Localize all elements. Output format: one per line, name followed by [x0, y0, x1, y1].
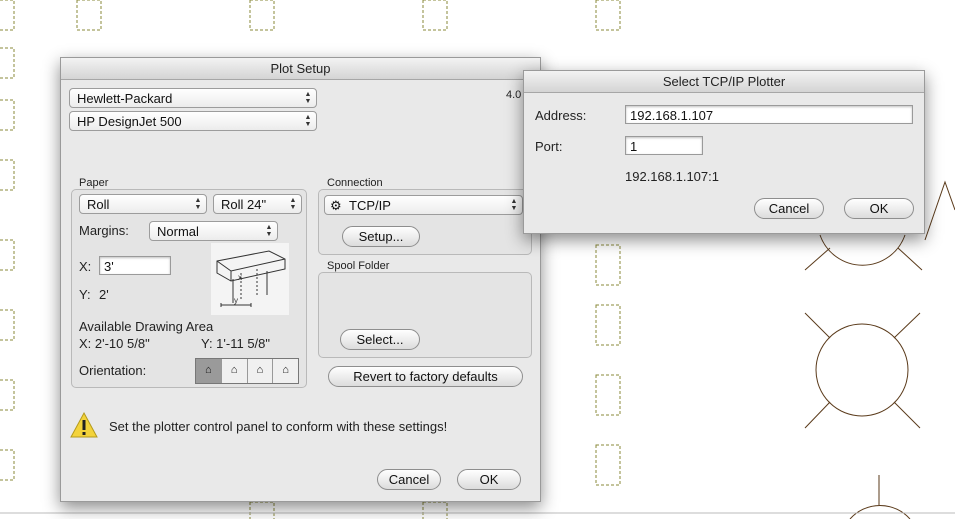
- cad-dashed-rect: [0, 309, 15, 341]
- cad-spoke: [897, 247, 923, 271]
- cad-spoke: [804, 312, 831, 339]
- paper-y-label: Y:: [79, 287, 91, 302]
- cad-circle-partial: [849, 505, 911, 519]
- popup-arrows-icon: ▲ ▼: [304, 114, 312, 128]
- cad-dashed-rect: [0, 379, 15, 411]
- orientation-portrait-left-icon[interactable]: ⌂: [196, 359, 222, 383]
- popup-arrows-icon: ▲ ▼: [289, 197, 297, 211]
- popup-arrows-icon: ▲ ▼: [194, 197, 202, 211]
- cad-dashed-rect: [595, 444, 621, 486]
- plotter-y-tag: y: [234, 296, 238, 305]
- cad-spoke: [804, 401, 831, 429]
- tcpip-cancel-button[interactable]: Cancel: [754, 198, 824, 219]
- network-icon: ⚙: [330, 198, 342, 213]
- orientation-label: Orientation:: [79, 363, 147, 378]
- cad-dashed-rect: [0, 47, 15, 79]
- cad-spoke: [893, 312, 921, 339]
- paper-y-value: 2': [99, 287, 109, 302]
- cad-dashed-rect: [595, 244, 621, 286]
- cad-dashed-rect: [76, 0, 102, 31]
- paper-source-popup[interactable]: Roll ▲ ▼: [79, 194, 207, 214]
- manufacturer-value: Hewlett-Packard: [77, 91, 173, 106]
- orientation-landscape-right-icon[interactable]: ⌂: [273, 359, 298, 383]
- orientation-portrait-right-icon[interactable]: ⌂: [222, 359, 248, 383]
- address-label: Address:: [535, 108, 587, 123]
- version-label: 4.0: [506, 89, 522, 101]
- margins-popup[interactable]: Normal ▲ ▼: [149, 221, 278, 241]
- cad-circle-partial: [819, 234, 906, 266]
- setup-button[interactable]: Setup...: [342, 226, 420, 247]
- cad-dashed-rect: [249, 0, 275, 31]
- connection-group-label: Connection: [327, 177, 383, 189]
- connection-popup[interactable]: ⚙ TCP/IP ▲ ▼: [324, 195, 523, 215]
- paper-size-value: Roll 24": [221, 197, 267, 212]
- port-label: Port:: [535, 139, 563, 154]
- cad-dashed-rect: [0, 239, 15, 271]
- plot-setup-window: Plot Setup Hewlett-Packard ▲ ▼ HP DesignJ…: [60, 57, 541, 502]
- paper-group-label: Paper: [79, 177, 109, 189]
- drawing-area-label: Available Drawing Area: [79, 319, 214, 334]
- manufacturer-popup[interactable]: Hewlett-Packard ▲ ▼: [69, 88, 317, 108]
- cad-spoke: [804, 247, 831, 271]
- cad-dashed-rect: [422, 0, 448, 31]
- popup-arrows-icon: ▲ ▼: [510, 198, 518, 212]
- plot-setup-cancel-button[interactable]: Cancel: [377, 469, 441, 490]
- drawing-area-x: X: 2'-10 5/8": [79, 336, 150, 351]
- plot-setup-title[interactable]: Plot Setup: [61, 58, 540, 80]
- cad-letter-fragment: [924, 180, 955, 241]
- cad-dashed-rect: [595, 374, 621, 416]
- margins-value: Normal: [157, 224, 199, 239]
- spool-select-button[interactable]: Select...: [340, 329, 420, 350]
- paper-size-popup[interactable]: Roll 24" ▲ ▼: [213, 194, 302, 214]
- address-summary: 192.168.1.107:1: [625, 169, 719, 184]
- tcpip-dialog-title[interactable]: Select TCP/IP Plotter: [524, 71, 924, 93]
- drawing-area-y: Y: 1'-11 5/8": [201, 336, 271, 351]
- model-popup[interactable]: HP DesignJet 500 ▲ ▼: [69, 111, 317, 131]
- connection-value: TCP/IP: [349, 198, 391, 213]
- model-value: HP DesignJet 500: [77, 114, 182, 129]
- warning-text: Set the plotter control panel to conform…: [109, 419, 448, 434]
- cad-dashed-rect: [0, 99, 15, 131]
- orientation-buttons: ⌂ ⌂ ⌂ ⌂: [195, 358, 299, 384]
- cad-dashed-rect: [0, 449, 15, 481]
- spool-group-label: Spool Folder: [327, 260, 390, 272]
- tcpip-dialog-window: Select TCP/IP Plotter Address: 192.168.1…: [523, 70, 925, 234]
- port-field[interactable]: 1: [625, 136, 703, 155]
- paper-source-value: Roll: [87, 197, 110, 212]
- cad-dashed-rect: [0, 0, 15, 31]
- cad-dashed-rect: [595, 0, 621, 31]
- popup-arrows-icon: ▲ ▼: [265, 224, 273, 238]
- cad-dashed-rect: [422, 501, 448, 519]
- tcpip-ok-button[interactable]: OK: [844, 198, 914, 219]
- plotter-x-tag: x: [238, 273, 242, 282]
- warning-icon: [70, 411, 98, 438]
- address-field[interactable]: 192.168.1.107: [625, 105, 913, 124]
- paper-x-label: X:: [79, 259, 92, 274]
- cad-dashed-rect: [595, 304, 621, 346]
- paper-x-field[interactable]: 3': [99, 256, 171, 275]
- plot-setup-ok-button[interactable]: OK: [457, 469, 521, 490]
- margins-label: Margins:: [79, 223, 129, 238]
- cad-dashed-rect: [0, 159, 15, 191]
- popup-arrows-icon: ▲ ▼: [304, 91, 312, 105]
- cad-dashed-rect: [249, 501, 275, 519]
- orientation-landscape-left-icon[interactable]: ⌂: [248, 359, 274, 383]
- plotter-illustration-icon: x y: [211, 243, 289, 315]
- cad-spoke: [893, 401, 921, 429]
- revert-defaults-button[interactable]: Revert to factory defaults: [328, 366, 523, 387]
